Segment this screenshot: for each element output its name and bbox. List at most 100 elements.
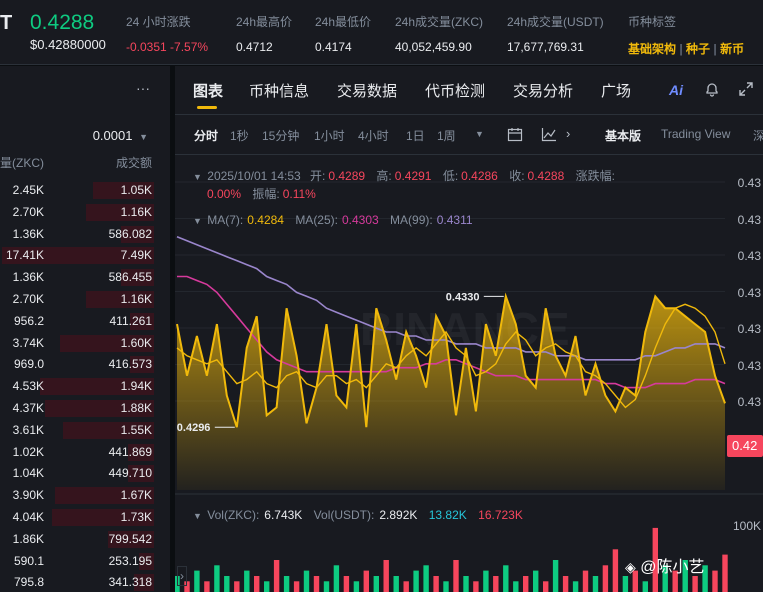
volume-bar <box>602 565 609 592</box>
precision-select[interactable]: 0.0001 ▼ <box>93 128 148 143</box>
ask-row[interactable]: 590.1 253.195 <box>0 551 170 571</box>
ask-row[interactable]: 3.74K 1.60K <box>0 333 170 353</box>
y-axis-label: 0.43 <box>737 359 761 373</box>
ask-row[interactable]: 2.45K 1.05K <box>0 180 170 200</box>
ask-row[interactable]: 969.0 416.573 <box>0 354 170 374</box>
ask-row[interactable]: 1.36K 586.455 <box>0 267 170 287</box>
collapse-icon[interactable]: ▼ <box>193 511 202 521</box>
ai-icon[interactable]: Ai <box>669 82 683 98</box>
bell-icon[interactable] <box>704 81 720 97</box>
ask-qty: 3.61K <box>12 422 44 437</box>
volume-bar <box>264 581 270 592</box>
volume-bar <box>313 576 320 592</box>
current-price-tag: 0.42 <box>727 435 763 457</box>
calendar-icon[interactable] <box>507 127 523 142</box>
more-options-icon[interactable]: ··· <box>136 80 150 96</box>
stat-value: 0.4174 <box>315 40 352 54</box>
ma-legend: ▼ MA(7): 0.4284 MA(25): 0.4303 MA(99): 0.43… <box>193 213 473 227</box>
ask-total: 1.16K <box>120 292 152 306</box>
ask-qty: 3.90K <box>12 488 44 503</box>
view-trading-view[interactable]: Trading View <box>661 127 730 141</box>
ask-row[interactable]: 4.53K 1.94K <box>0 376 170 396</box>
ask-row[interactable]: 956.2 411.261 <box>0 311 170 331</box>
ask-row[interactable]: 1.86K 799.542 <box>0 529 170 549</box>
y-axis-label: 0.43 <box>737 395 761 409</box>
volume-bar <box>403 581 409 592</box>
interval-1d[interactable]: 1日 <box>406 127 425 144</box>
ohlc-close: 0.4288 <box>527 169 565 183</box>
interval-4h[interactable]: 4小时 <box>358 127 389 144</box>
chevron-right-icon[interactable]: › <box>566 126 570 141</box>
ask-row[interactable]: 3.90K 1.67K <box>0 485 170 505</box>
interval-more-icon[interactable]: ▼ <box>475 129 484 139</box>
volume-bar <box>433 576 439 592</box>
interval-1h[interactable]: 1小时 <box>314 127 345 144</box>
divider <box>175 114 763 115</box>
volume-bar <box>224 576 230 592</box>
precision-value: 0.0001 <box>92 128 133 143</box>
volume-bar <box>552 560 559 592</box>
collapse-icon[interactable]: ▼ <box>193 172 202 182</box>
view-depth[interactable]: 深 <box>753 127 763 144</box>
ask-row[interactable]: 1.02K 441.869 <box>0 442 170 462</box>
collapse-icon[interactable]: ▼ <box>193 216 202 226</box>
ma99-value: 0.4311 <box>436 213 473 227</box>
ask-row[interactable]: 3.61K 1.55K <box>0 420 170 440</box>
vol-usdt-value: 2.892K <box>379 508 418 522</box>
ask-qty: 4.53K <box>12 379 44 394</box>
view-basic[interactable]: 基本版 <box>605 127 641 144</box>
interval-1w[interactable]: 1周 <box>437 127 456 144</box>
scroll-chevron-icon[interactable]: › <box>177 566 187 586</box>
ask-qty: 1.36K <box>12 226 44 241</box>
volume-bar <box>373 576 379 592</box>
ask-row[interactable]: 2.70K 1.16K <box>0 202 170 222</box>
coin-tags: 币种标签 基础架构 | 种子 | 新币 <box>628 15 745 56</box>
volume-bar <box>453 560 459 592</box>
indicator-icon[interactable] <box>541 127 557 142</box>
volume-bar <box>234 581 240 592</box>
stat-label: 24h成交量(ZKC) <box>395 15 484 29</box>
interval-1s[interactable]: 1秒 <box>230 127 249 144</box>
tab-trade-analysis[interactable]: 交易分析 <box>513 80 573 101</box>
stat-change: 24 小时涨跌 -0.0351 -7.57% <box>126 13 208 54</box>
tab-coin-info[interactable]: 币种信息 <box>249 80 309 101</box>
ask-total: 441.869 <box>108 444 152 459</box>
tag-seed[interactable]: 种子 <box>686 42 710 56</box>
ask-qty: 1.04K <box>12 466 44 481</box>
ask-total: 1.55K <box>120 422 152 437</box>
ask-qty: 795.8 <box>13 575 44 590</box>
ask-qty: 1.86K <box>12 531 44 546</box>
volume-bar <box>363 570 369 592</box>
ask-row[interactable]: 1.04K 449.710 <box>0 463 170 483</box>
ask-row[interactable]: 1.36K 586.082 <box>0 224 170 244</box>
vol-zkc-value: 6.743K <box>264 508 303 522</box>
tab-token-check[interactable]: 代币检测 <box>425 80 485 101</box>
ohlc-high: 0.4291 <box>394 169 432 183</box>
ask-qty: 3.74K <box>12 335 44 350</box>
volume-bar <box>214 565 220 592</box>
ask-row[interactable]: 4.04K 1.73K <box>0 507 170 527</box>
volume-bar <box>513 581 519 592</box>
ask-row[interactable]: 2.70K 1.16K <box>0 289 170 309</box>
ohlc-high-label: 高: <box>376 169 392 183</box>
ask-row[interactable]: 17.41K 7.49K <box>0 245 170 265</box>
ask-row[interactable]: 4.37K 1.88K <box>0 398 170 418</box>
ohlc-amp-label: 振幅: <box>252 187 280 201</box>
tab-trade-data[interactable]: 交易数据 <box>337 80 397 101</box>
ask-qty: 1.02K <box>12 444 44 459</box>
ask-row[interactable]: 795.8 341.318 <box>0 572 170 592</box>
interval-time[interactable]: 分时 <box>194 127 218 144</box>
volume-bar <box>622 576 629 592</box>
last-price-usd: $0.42880000 <box>30 37 106 52</box>
expand-icon[interactable] <box>738 81 754 97</box>
tag-new-coin[interactable]: 新币 <box>720 42 744 56</box>
pair-name[interactable]: T <box>0 12 12 35</box>
col-header-qty: 量(ZKC) <box>0 156 44 170</box>
watermark-text: BINANCE <box>360 303 570 355</box>
interval-15m[interactable]: 15分钟 <box>262 127 299 144</box>
ask-qty: 2.70K <box>12 292 44 306</box>
tab-square[interactable]: 广场 <box>601 80 631 101</box>
tag-infrastructure[interactable]: 基础架构 <box>628 42 676 56</box>
ask-total: 1.73K <box>120 510 152 524</box>
tab-chart[interactable]: 图表 <box>193 80 223 101</box>
